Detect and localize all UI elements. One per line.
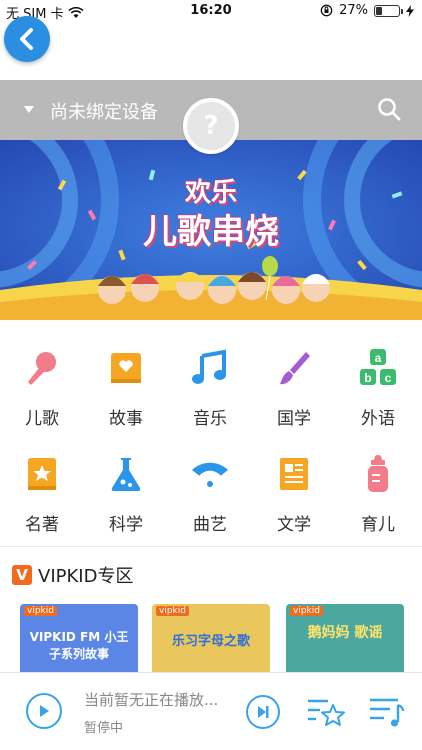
category-parenting[interactable]: 育儿 <box>336 452 420 552</box>
svg-text:a: a <box>375 351 382 365</box>
vip-card-1[interactable]: vipkid VIPKID FM 小王子系列故事 <box>20 604 138 680</box>
section-divider <box>0 546 422 547</box>
playback-state: 暂停中 <box>84 721 124 736</box>
category-label: 外语 <box>361 409 395 429</box>
card-tag: vipkid <box>24 606 57 616</box>
star-book-icon <box>20 452 64 496</box>
abc-blocks-icon: a b c <box>356 346 400 390</box>
flask-icon <box>104 452 148 496</box>
vip-section-header: V VIPKID专区 <box>12 562 133 588</box>
mini-player: 当前暂无正在播放... 暂停中 <box>0 672 422 750</box>
category-ergе[interactable]: 儿歌 <box>0 346 84 446</box>
playlist-icon[interactable] <box>368 695 406 729</box>
category-music[interactable]: 音乐 <box>168 346 252 446</box>
back-button[interactable] <box>4 16 50 62</box>
card-tag: vipkid <box>156 606 189 616</box>
banner-title-line2: 儿歌串烧 <box>143 212 279 252</box>
unbound-device-badge[interactable]: ? <box>183 98 239 154</box>
chevron-left-icon <box>20 28 33 50</box>
favorites-list-icon[interactable] <box>306 695 346 729</box>
play-button[interactable] <box>26 693 62 729</box>
category-label: 科学 <box>109 515 143 535</box>
category-science[interactable]: 科学 <box>84 452 168 552</box>
question-mark-icon: ? <box>203 111 219 141</box>
card-title: VIPKID FM 小王子系列故事 <box>29 630 129 661</box>
svg-text:b: b <box>364 371 371 385</box>
category-label: 故事 <box>109 409 143 429</box>
app-screen: 无 SIM 卡 16:20 27% 尚未绑定设备 欢乐 儿歌串烧 ? 儿歌 故事… <box>0 0 422 750</box>
category-label: 儿歌 <box>25 409 59 429</box>
category-label: 音乐 <box>193 409 227 429</box>
category-label: 文学 <box>277 515 311 535</box>
vipkid-logo-icon: V <box>12 565 32 585</box>
battery-icon <box>374 4 403 17</box>
category-label: 曲艺 <box>193 515 227 535</box>
skip-next-icon <box>258 706 269 718</box>
brush-icon <box>272 346 316 390</box>
search-icon[interactable] <box>376 96 402 122</box>
device-label: 尚未绑定设备 <box>50 102 158 123</box>
card-tag: vipkid <box>290 606 323 616</box>
dropdown-triangle-icon <box>24 106 34 113</box>
vip-card-2[interactable]: vipkid 乐习字母之歌 <box>152 604 270 680</box>
category-literature[interactable]: 文学 <box>252 452 336 552</box>
status-right: 27% <box>320 3 414 18</box>
category-classics[interactable]: 名著 <box>0 452 84 552</box>
document-icon <box>272 452 316 496</box>
music-note-icon <box>188 346 232 390</box>
orientation-lock-icon <box>320 4 333 17</box>
category-label: 国学 <box>277 409 311 429</box>
svg-text:c: c <box>385 371 392 385</box>
next-button[interactable] <box>246 695 280 729</box>
now-playing-text: 当前暂无正在播放... <box>84 691 219 709</box>
category-label: 名著 <box>25 515 59 535</box>
book-heart-icon <box>104 346 148 390</box>
status-bar: 无 SIM 卡 16:20 27% <box>0 0 422 22</box>
play-icon <box>40 705 49 717</box>
category-quyi[interactable]: 曲艺 <box>168 452 252 552</box>
vip-card-3[interactable]: vipkid 鹅妈妈 歌谣 <box>286 604 404 680</box>
vip-section-title: VIPKID专区 <box>38 566 134 587</box>
category-label: 育儿 <box>361 515 395 535</box>
battery-percent: 27% <box>339 3 368 18</box>
card-title: 乐习字母之歌 <box>171 634 250 649</box>
microphone-icon <box>20 346 64 390</box>
fan-icon <box>188 452 232 496</box>
promo-banner[interactable]: 欢乐 儿歌串烧 <box>0 140 422 320</box>
charging-icon <box>406 4 414 17</box>
category-guoxue[interactable]: 国学 <box>252 346 336 446</box>
baby-bottle-icon <box>356 452 400 496</box>
card-title: 鹅妈妈 歌谣 <box>307 625 383 641</box>
category-story[interactable]: 故事 <box>84 346 168 446</box>
category-foreign[interactable]: a b c 外语 <box>336 346 420 446</box>
